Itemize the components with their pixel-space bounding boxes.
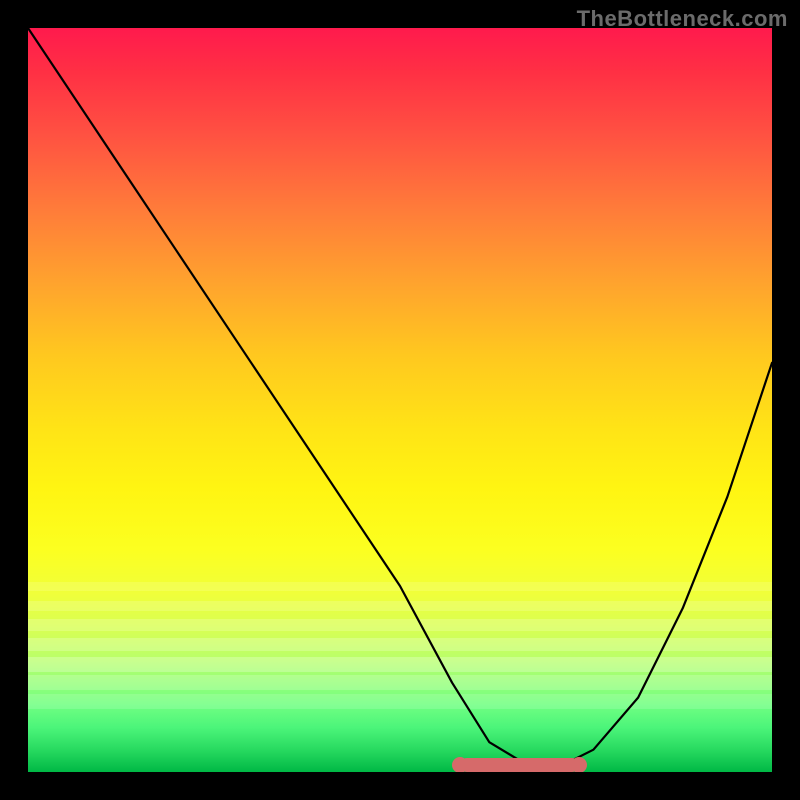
watermark-text: TheBottleneck.com — [577, 6, 788, 32]
bottleneck-curve-path — [28, 28, 772, 765]
chart-frame: TheBottleneck.com — [0, 0, 800, 800]
curve-svg — [28, 28, 772, 772]
optimal-range-start-cap — [452, 757, 468, 772]
plot-area — [28, 28, 772, 772]
optimal-range-marker — [460, 758, 579, 772]
optimal-range-end-cap — [571, 757, 587, 772]
